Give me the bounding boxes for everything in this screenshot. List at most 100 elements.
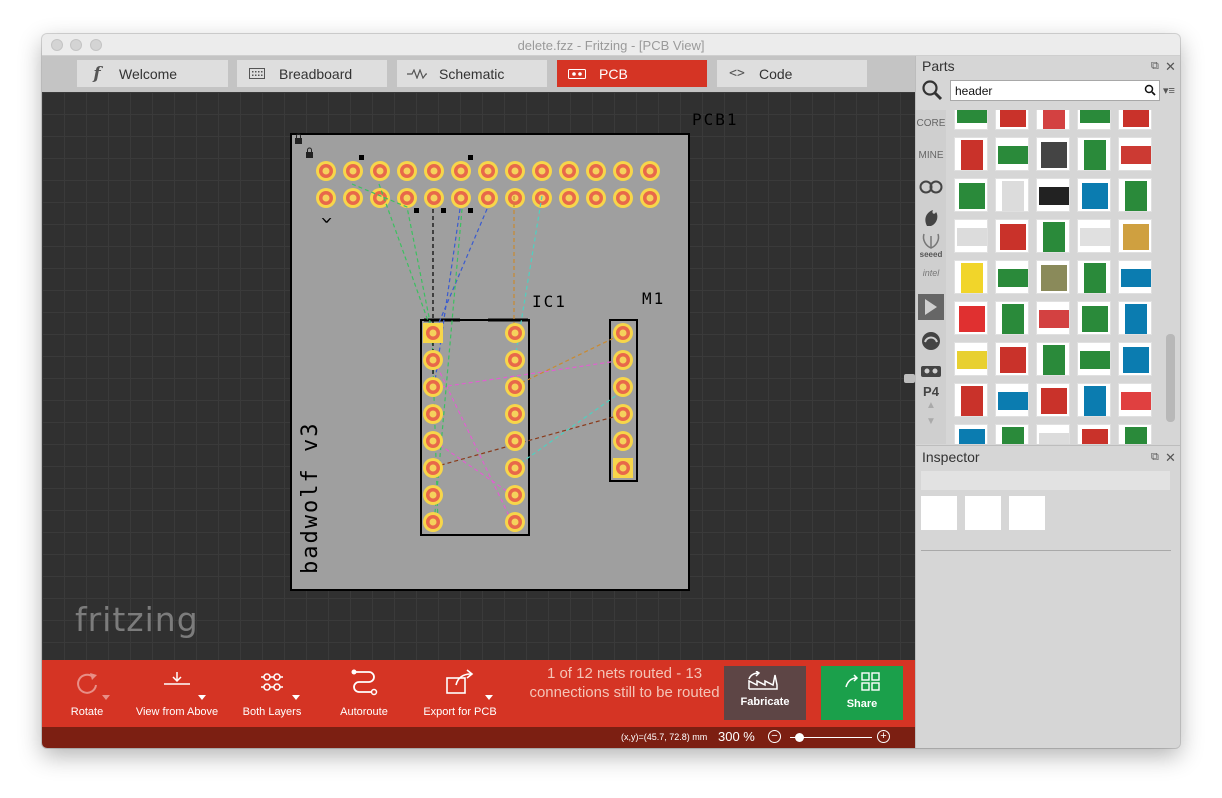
part-thumbnail[interactable] [1077, 383, 1111, 417]
pcb-canvas[interactable]: PCB1 ^ IC1 M1 badwolf v3 fritzing [42, 92, 915, 660]
contrib-bin-icon[interactable] [916, 330, 946, 355]
part-thumbnail[interactable] [1118, 178, 1152, 212]
tab-code[interactable]: <> Code [717, 60, 867, 87]
part-thumbnail[interactable] [995, 219, 1029, 253]
pad-hole [429, 437, 437, 445]
float-panel-icon[interactable]: ⧉ [1151, 451, 1159, 464]
close-panel-icon[interactable]: ✕ [1165, 450, 1176, 466]
bin-intel[interactable]: intel [916, 268, 946, 278]
splitter-handle[interactable] [904, 374, 915, 383]
temp-bin-icon[interactable] [916, 360, 946, 381]
part-thumbnail[interactable] [1036, 110, 1070, 130]
part-thumbnail[interactable] [1077, 178, 1111, 212]
part-thumbnail[interactable] [995, 383, 1029, 417]
part-thumbnail[interactable] [995, 342, 1029, 376]
parts-scrollbar[interactable] [1166, 334, 1175, 422]
part-thumbnail[interactable] [1077, 110, 1111, 130]
part-thumbnail[interactable] [1036, 301, 1070, 335]
view-from-above-button[interactable]: View from Above [132, 666, 222, 718]
search-icon[interactable] [921, 79, 943, 106]
zoom-out-button[interactable]: − [768, 730, 781, 743]
panel-divider [916, 445, 1180, 446]
part-thumbnail[interactable] [995, 424, 1029, 444]
part-thumbnail[interactable] [1036, 424, 1070, 444]
part-thumbnail[interactable] [954, 424, 988, 444]
bin-seeed[interactable]: seeed [916, 232, 946, 259]
part-image [998, 269, 1028, 287]
part-thumbnail[interactable] [995, 178, 1029, 212]
part-image [998, 392, 1028, 410]
parts-search-input[interactable]: header [950, 80, 1160, 101]
play-bin-icon[interactable] [916, 294, 946, 320]
part-thumbnail[interactable] [954, 342, 988, 376]
part-thumbnail[interactable] [954, 383, 988, 417]
bin-scroll-up-icon[interactable]: ▲ [916, 400, 946, 411]
part-thumbnail[interactable] [954, 110, 988, 130]
tab-schematic-label: Schematic [439, 65, 505, 82]
both-layers-button[interactable]: Both Layers [227, 666, 317, 718]
arduino-bin-icon[interactable] [916, 180, 946, 197]
part-thumbnail[interactable] [954, 137, 988, 171]
part-thumbnail[interactable] [1036, 178, 1070, 212]
part-image [1002, 304, 1024, 334]
export-for-pcb-button[interactable]: Export for PCB [415, 666, 505, 718]
part-thumbnail[interactable] [1036, 260, 1070, 294]
fabricate-button[interactable]: Fabricate [724, 666, 806, 720]
part-thumbnail[interactable] [1077, 260, 1111, 294]
part-thumbnail[interactable] [1036, 383, 1070, 417]
part-thumbnail[interactable] [954, 178, 988, 212]
part-thumbnail[interactable] [1118, 219, 1152, 253]
bin-p4[interactable]: P4 [916, 384, 946, 399]
part-thumbnail[interactable] [1118, 260, 1152, 294]
part-thumbnail[interactable] [995, 137, 1029, 171]
bin-scroll-down-icon[interactable]: ▼ [916, 416, 946, 427]
zoom-level[interactable]: 300 % [718, 729, 755, 744]
rotate-icon [77, 673, 97, 694]
search-menu-icon[interactable]: ▾≡ [1163, 84, 1175, 97]
share-button[interactable]: Share [821, 666, 903, 720]
routing-status[interactable]: 1 of 12 nets routed - 13 connections sti… [522, 664, 727, 702]
status-bar: (x,y)=(45.7, 72.8) mm 300 % − + [42, 727, 915, 748]
pcb-icon [567, 68, 587, 79]
part-thumbnail[interactable] [1077, 137, 1111, 171]
part-thumbnail[interactable] [1077, 301, 1111, 335]
rotate-button[interactable]: Rotate [42, 666, 132, 718]
zoom-in-button[interactable]: + [877, 730, 890, 743]
part-thumbnail[interactable] [995, 301, 1029, 335]
bin-core[interactable]: CORE [916, 118, 946, 129]
part-image [1000, 110, 1026, 127]
tab-breadboard-label: Breadboard [279, 65, 353, 82]
part-thumbnail[interactable] [1118, 342, 1152, 376]
zoom-slider-handle[interactable] [795, 733, 804, 742]
part-thumbnail[interactable] [1118, 383, 1152, 417]
part-thumbnail[interactable] [1077, 342, 1111, 376]
part-thumbnail[interactable] [1036, 219, 1070, 253]
bin-mine[interactable]: MINE [916, 150, 946, 161]
tab-welcome[interactable]: f Welcome [77, 60, 228, 87]
tab-breadboard[interactable]: Breadboard [237, 60, 387, 87]
part-thumbnail[interactable] [1118, 137, 1152, 171]
float-panel-icon[interactable]: ⧉ [1151, 60, 1159, 73]
part-thumbnail[interactable] [1036, 342, 1070, 376]
pad-hole [619, 194, 627, 202]
autoroute-button[interactable]: Autoroute [319, 666, 409, 718]
part-thumbnail[interactable] [1077, 219, 1111, 253]
part-thumbnail[interactable] [1036, 137, 1070, 171]
sparkfun-bin-icon[interactable] [916, 206, 946, 231]
close-panel-icon[interactable]: ✕ [1165, 59, 1176, 75]
part-thumbnail[interactable] [1118, 110, 1152, 130]
part-thumbnail[interactable] [1077, 424, 1111, 444]
part-thumbnail[interactable] [954, 260, 988, 294]
part-thumbnail[interactable] [1118, 301, 1152, 335]
tab-schematic[interactable]: Schematic [397, 60, 547, 87]
part-thumbnail[interactable] [954, 219, 988, 253]
pad-hole [349, 194, 357, 202]
part-thumbnail[interactable] [995, 110, 1029, 130]
part-thumbnail[interactable] [954, 301, 988, 335]
part-image [1082, 306, 1108, 332]
tab-pcb[interactable]: PCB [557, 60, 707, 87]
part-image [1000, 347, 1026, 373]
pad-hole [646, 194, 654, 202]
part-thumbnail[interactable] [995, 260, 1029, 294]
part-thumbnail[interactable] [1118, 424, 1152, 444]
